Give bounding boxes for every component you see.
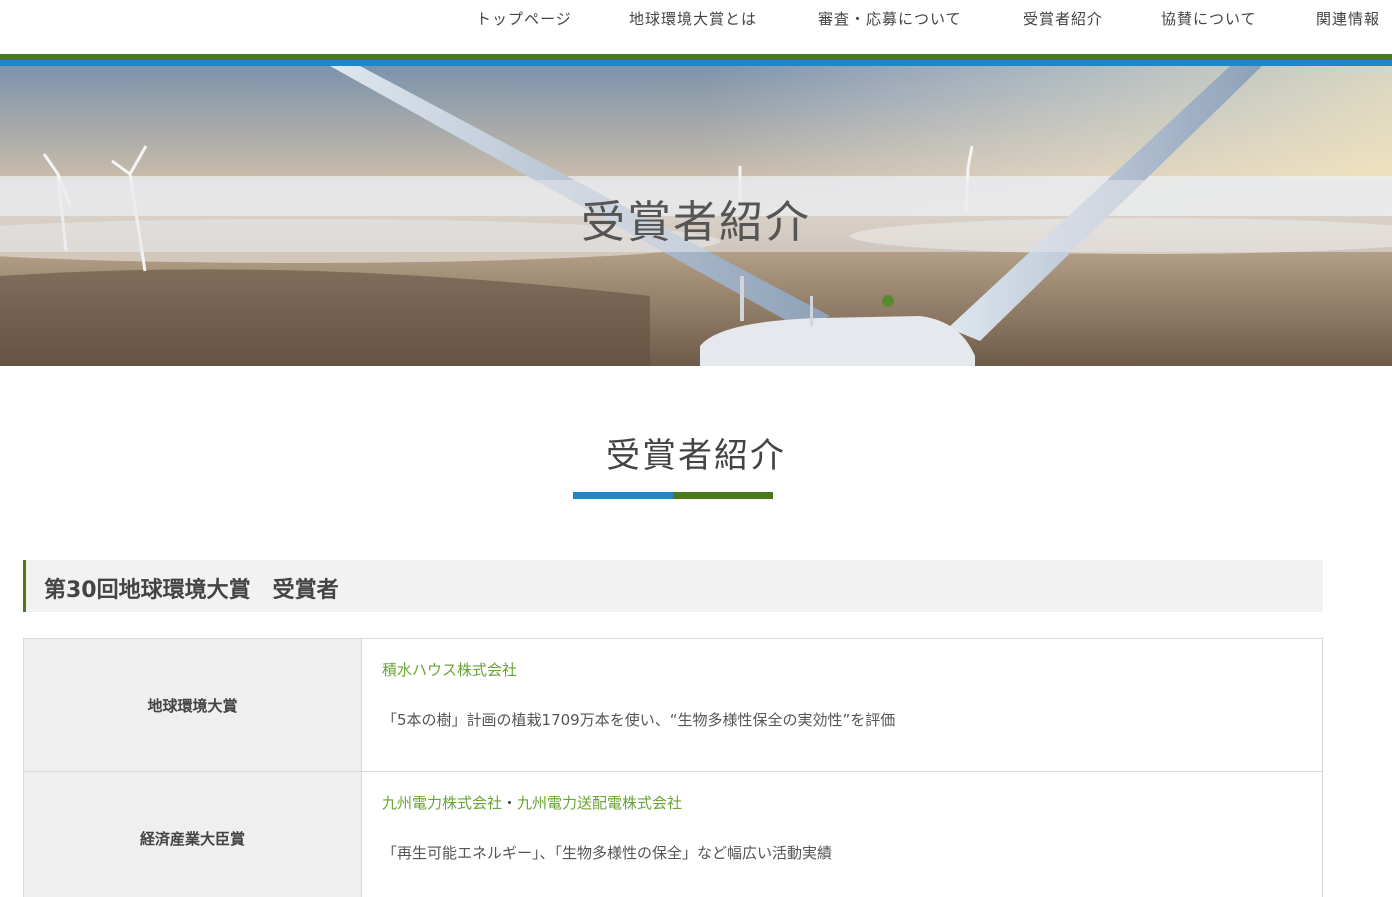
award-description: 「5本の樹」計画の植栽1709万本を使い、“生物多様性保全の実効性”を評価 (382, 711, 896, 729)
award-description: 「再生可能エネルギー」、「生物多様性の保全」など幅広い活動実績 (382, 844, 833, 862)
award-details: 積水ハウス株式会社 「5本の樹」計画の植栽1709万本を使い、“生物多様性保全の… (361, 638, 1323, 772)
nav-item-top[interactable]: トップページ (476, 8, 572, 29)
table-row: 地球環境大賞 積水ハウス株式会社 「5本の樹」計画の植栽1709万本を使い、“生… (23, 638, 1323, 772)
table-row: 経済産業大臣賞 九州電力株式会社・九州電力送配電株式会社 「再生可能エネルギー」… (23, 771, 1323, 897)
award-name: 経済産業大臣賞 (23, 771, 362, 897)
page-title: 受賞者紹介 (606, 436, 786, 476)
title-underline-blue (573, 492, 673, 499)
winner-link[interactable]: 九州電力株式会社 (382, 794, 502, 812)
award-details: 九州電力株式会社・九州電力送配電株式会社 「再生可能エネルギー」、「生物多様性の… (361, 771, 1323, 897)
winner-link[interactable]: 九州電力送配電株式会社 (517, 794, 682, 812)
award-name: 地球環境大賞 (23, 638, 362, 772)
award-list-heading-text: 第30回地球環境大賞 受賞者 (44, 578, 339, 603)
title-underline-green (673, 492, 773, 499)
nav-item-sponsor[interactable]: 協賛について (1161, 8, 1257, 29)
top-navigation: トップページ 地球環境大賞とは 審査・応募について 受賞者紹介 協賛について 関… (0, 0, 1392, 54)
nav-item-winners[interactable]: 受賞者紹介 (1023, 8, 1103, 29)
nav-item-about[interactable]: 地球環境大賞とは (629, 8, 757, 29)
nav-item-review[interactable]: 審査・応募について (818, 8, 962, 29)
hero-title: 受賞者紹介 (581, 197, 811, 248)
award-list-heading: 第30回地球環境大賞 受賞者 (23, 560, 1323, 612)
nav-item-related[interactable]: 関連情報 (1316, 8, 1380, 29)
winner-separator: ・ (502, 794, 518, 812)
hero-banner: 受賞者紹介 (0, 66, 1392, 366)
awards-table: 地球環境大賞 積水ハウス株式会社 「5本の樹」計画の植栽1709万本を使い、“生… (23, 638, 1323, 897)
winner-link[interactable]: 積水ハウス株式会社 (382, 661, 517, 679)
